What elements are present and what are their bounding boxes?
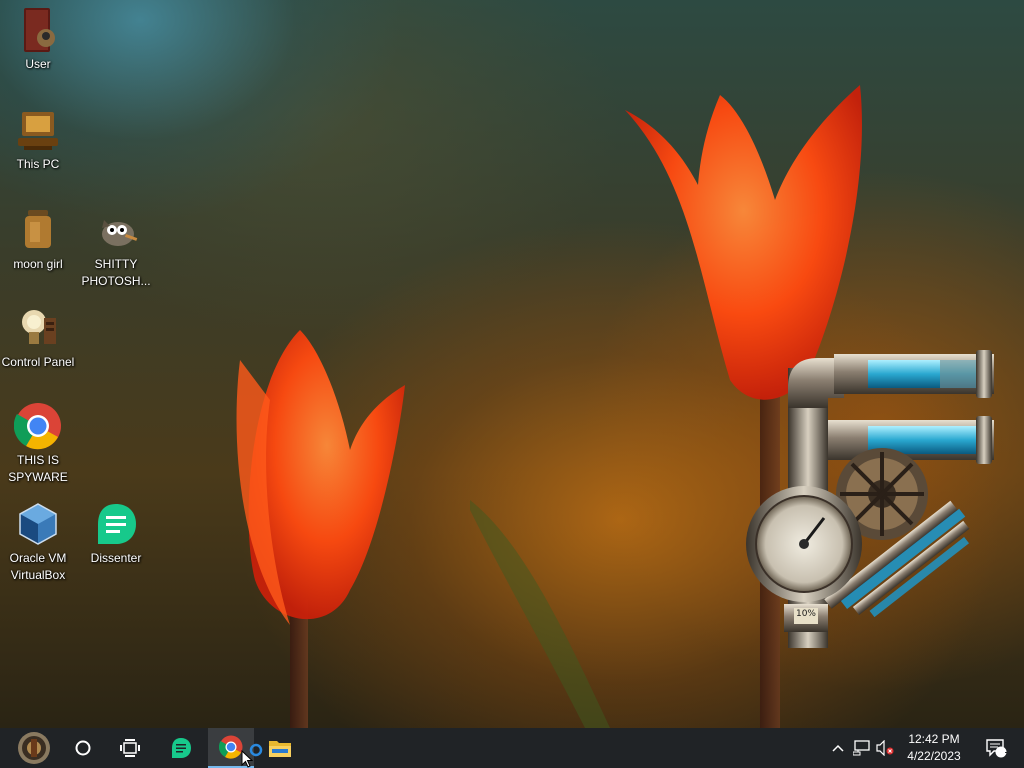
- icon-label: Oracle VM VirtualBox: [9, 551, 67, 582]
- task-view-icon: [120, 739, 140, 757]
- volume-muted-icon: [876, 740, 894, 756]
- desktop-icon-chrome[interactable]: THIS IS SPYWARE: [0, 402, 76, 486]
- start-button[interactable]: [6, 728, 62, 768]
- desktop-icon-user[interactable]: User: [0, 6, 76, 73]
- dissenter-icon: [172, 738, 191, 758]
- desktop-icon-control-panel[interactable]: Control Panel: [0, 304, 76, 371]
- icon-label: User: [25, 57, 51, 71]
- network-icon: [853, 740, 870, 756]
- chrome-icon: [13, 402, 62, 450]
- chevron-up-icon: [832, 744, 844, 752]
- taskbar: 12:42 PM 4/22/2023 1: [0, 728, 1024, 768]
- taskbar-app-file-explorer[interactable]: [258, 728, 302, 768]
- desktop-icon-dissenter[interactable]: Dissenter: [78, 500, 154, 567]
- jar-icon: [14, 206, 62, 254]
- desktop-icon-moon-girl[interactable]: moon girl: [0, 206, 76, 273]
- task-view-button[interactable]: [108, 728, 152, 768]
- desktop[interactable]: User This PC moon girl SHITTY PHOTOSH...…: [0, 0, 1024, 728]
- clock-time: 12:42 PM: [908, 732, 960, 746]
- search-circle-icon: [75, 740, 91, 756]
- clock[interactable]: 12:42 PM 4/22/2023: [898, 728, 970, 768]
- widget-percent-label: 10%: [795, 609, 816, 619]
- user-folder-icon: [14, 6, 62, 54]
- icon-label: THIS IS SPYWARE: [8, 453, 68, 484]
- clock-date: 4/22/2023: [907, 749, 961, 763]
- desktop-icon-this-pc[interactable]: This PC: [0, 106, 76, 173]
- widget-graphic: [746, 350, 994, 648]
- steampunk-meter-widget[interactable]: 10%: [744, 348, 1000, 648]
- arrow-cursor-icon: [241, 750, 253, 768]
- virtualbox-icon: [14, 500, 62, 548]
- icon-label: SHITTY PHOTOSH...: [81, 257, 151, 288]
- icon-label: Control Panel: [1, 355, 75, 369]
- icon-label: This PC: [16, 157, 60, 171]
- steampunk-start-icon: [18, 732, 50, 764]
- show-hidden-icons-button[interactable]: [828, 728, 848, 768]
- desktop-icon-virtualbox[interactable]: Oracle VM VirtualBox: [0, 500, 76, 584]
- network-button[interactable]: [850, 728, 874, 768]
- icon-label: moon girl: [13, 257, 63, 271]
- lightbulb-icon: [14, 304, 62, 352]
- dissenter-icon: [92, 500, 140, 548]
- mouse-cursor: [240, 750, 254, 768]
- action-center-button[interactable]: 1: [976, 728, 1016, 768]
- gimp-icon: [92, 206, 140, 254]
- taskbar-app-dissenter[interactable]: [158, 728, 204, 768]
- volume-button[interactable]: [874, 728, 896, 768]
- computer-icon: [14, 106, 62, 154]
- icon-label: Dissenter: [90, 551, 142, 565]
- desktop-icon-gimp[interactable]: SHITTY PHOTOSH...: [78, 206, 154, 290]
- search-button[interactable]: [62, 728, 104, 768]
- file-explorer-icon: [269, 741, 291, 757]
- notification-count-badge: 1: [1004, 745, 1010, 755]
